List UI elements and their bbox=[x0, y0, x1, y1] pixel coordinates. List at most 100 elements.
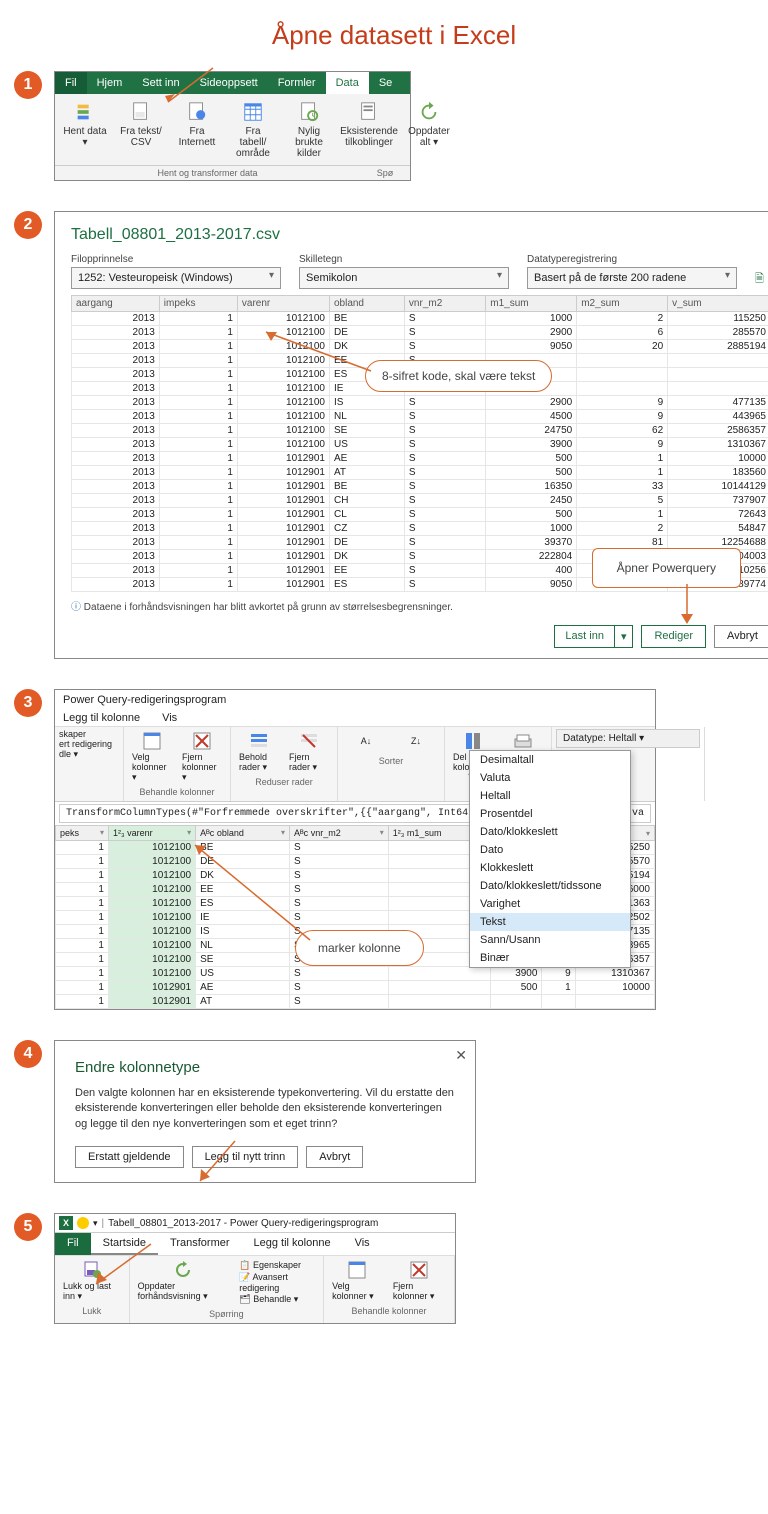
pq-col[interactable]: 1²₃ varenr bbox=[108, 826, 195, 841]
load-button[interactable]: Last inn▾ bbox=[554, 625, 633, 648]
window-title: Tabell_08801_2013-2017 - Power Query-red… bbox=[108, 1218, 378, 1229]
tab-startside[interactable]: Startside bbox=[91, 1233, 158, 1255]
connections-icon bbox=[357, 100, 381, 124]
pq-col[interactable]: peks bbox=[56, 826, 109, 841]
datatype-valuta[interactable]: Valuta bbox=[470, 769, 630, 787]
avansert-button[interactable]: 📝 Avansert redigering bbox=[239, 1272, 315, 1293]
tab-fil-2[interactable]: Fil bbox=[55, 1233, 91, 1255]
tab-fil[interactable]: Fil bbox=[55, 72, 87, 94]
cancel-button-2[interactable]: Avbryt bbox=[306, 1146, 363, 1168]
fjern-kolonner-button[interactable]: Fjern kolonner ▾ bbox=[178, 729, 226, 785]
step-badge-3: 3 bbox=[14, 689, 42, 717]
fra-internett-button[interactable]: Fra Internett bbox=[169, 98, 225, 161]
edit-button[interactable]: Rediger bbox=[641, 625, 706, 648]
group-icon bbox=[513, 731, 533, 751]
detect-label: Datatyperegistrering bbox=[527, 254, 737, 265]
table-row: 201311012100ISS29009477135 bbox=[72, 396, 768, 410]
datatype-tekst[interactable]: Tekst bbox=[470, 913, 630, 931]
datatype-binær[interactable]: Binær bbox=[470, 949, 630, 967]
grp-lukk: Lukk bbox=[82, 1304, 101, 1318]
col-v_sum: v_sum bbox=[668, 296, 768, 312]
tab-se[interactable]: Se bbox=[369, 72, 402, 94]
tab-sideoppsett[interactable]: Sideoppsett bbox=[190, 72, 268, 94]
pq-col[interactable]: Aᴮc obland bbox=[196, 826, 290, 841]
datatype-klokkeslett[interactable]: Klokkeslett bbox=[470, 859, 630, 877]
egenskaper-button[interactable]: 📋 Egenskaper bbox=[239, 1260, 315, 1271]
web-icon bbox=[185, 100, 209, 124]
callout-marker-kolonne: marker kolonne bbox=[295, 930, 424, 966]
sort-desc-button[interactable]: Z↓ bbox=[392, 729, 440, 754]
menu-vis[interactable]: Vis bbox=[162, 712, 177, 724]
replace-button[interactable]: Erstatt gjeldende bbox=[75, 1146, 184, 1168]
tab-hjem[interactable]: Hjem bbox=[87, 72, 133, 94]
recent-icon bbox=[297, 100, 321, 124]
origin-dropdown[interactable]: 1252: Vesteuropeisk (Windows) bbox=[71, 267, 281, 289]
table-row: 201311012100SES24750622586357 bbox=[72, 424, 768, 438]
eksisterende-button[interactable]: Eksisterende tilkoblinger bbox=[341, 98, 397, 161]
cancel-button[interactable]: Avbryt bbox=[714, 625, 768, 648]
tab-data[interactable]: Data bbox=[326, 72, 369, 94]
import-filename: Tabell_08801_2013-2017.csv bbox=[71, 226, 768, 244]
select-cols-icon-2 bbox=[347, 1260, 367, 1280]
table-row: 201311012100NLS45009443965 bbox=[72, 410, 768, 424]
sort-asc-button[interactable]: A↓ bbox=[342, 729, 390, 754]
table-row: 201311012901CHS24505737907 bbox=[72, 494, 768, 508]
table-row: 11012901ATS bbox=[56, 995, 655, 1009]
fra-tekst-csv-button[interactable]: Fra tekst/ CSV bbox=[113, 98, 169, 161]
menu-legg-til[interactable]: Legg til kolonne bbox=[63, 712, 140, 724]
datatype-dato[interactable]: Dato bbox=[470, 841, 630, 859]
table-row: 201311012100BES10002115250 bbox=[72, 312, 768, 326]
settings-icon[interactable]: 🗎 bbox=[755, 270, 764, 289]
velg-kol-button-2[interactable]: Velg kolonner ▾ bbox=[328, 1258, 387, 1304]
oppdater-preview-button[interactable]: Oppdater forhåndsvisning ▾ bbox=[134, 1258, 234, 1307]
datatype-desimaltall[interactable]: Desimaltall bbox=[470, 751, 630, 769]
change-type-dialog: ✕ Endre kolonnetype Den valgte kolonnen … bbox=[54, 1040, 476, 1183]
refresh-icon-2 bbox=[173, 1260, 193, 1280]
step-badge-2: 2 bbox=[14, 211, 42, 239]
tab-transformer[interactable]: Transformer bbox=[158, 1233, 242, 1255]
dialog-title: Endre kolonnetype bbox=[75, 1059, 455, 1076]
oppdater-alt-button[interactable]: Oppdater alt ▾ bbox=[401, 98, 457, 161]
behandle-button[interactable]: 🗂 Behandle ▾ bbox=[239, 1294, 315, 1305]
nylig-brukte-button[interactable]: Nylig brukte kilder bbox=[281, 98, 337, 161]
table-row: 201311012901CZS1000254847 bbox=[72, 522, 768, 536]
delim-dropdown[interactable]: Semikolon bbox=[299, 267, 509, 289]
remove-cols-icon-2 bbox=[409, 1260, 429, 1280]
tab-settinn[interactable]: Sett inn bbox=[132, 72, 189, 94]
qat-dropdown-icon[interactable]: ▾ bbox=[93, 1218, 98, 1229]
datatype-varighet[interactable]: Varighet bbox=[470, 895, 630, 913]
datatype-sann/usann[interactable]: Sann/Usann bbox=[470, 931, 630, 949]
hent-data-button[interactable]: Hent data ▾ bbox=[57, 98, 113, 161]
tab-legg-til[interactable]: Legg til kolonne bbox=[242, 1233, 343, 1255]
side-dle[interactable]: dle ▾ bbox=[59, 749, 78, 760]
grp-reduser: Reduser rader bbox=[255, 775, 313, 789]
col-aargang: aargang bbox=[72, 296, 160, 312]
behold-rader-button[interactable]: Behold rader ▾ bbox=[235, 729, 283, 775]
step-2: 2 □ Tabell_08801_2013-2017.csv Filopprin… bbox=[10, 211, 768, 659]
datatype-dato/klokkeslett/tidssone[interactable]: Dato/klokkeslett/tidssone bbox=[470, 877, 630, 895]
tab-formler[interactable]: Formler bbox=[268, 72, 326, 94]
group-spor: Spø bbox=[360, 166, 410, 180]
datatype-prosentdel[interactable]: Prosentdel bbox=[470, 805, 630, 823]
close-icon[interactable]: ✕ bbox=[455, 1047, 467, 1064]
add-step-button[interactable]: Legg til nytt trinn bbox=[192, 1146, 299, 1168]
pq-col[interactable]: Aᴮc vnr_m2 bbox=[289, 826, 388, 841]
datatype-dato/klokkeslett[interactable]: Dato/klokkeslett bbox=[470, 823, 630, 841]
fjern-rader-button[interactable]: Fjern rader ▾ bbox=[285, 729, 333, 775]
fra-tabell-button[interactable]: Fra tabell/ område bbox=[225, 98, 281, 161]
table-icon bbox=[241, 100, 265, 124]
table-row: 201311012901CLS500172643 bbox=[72, 508, 768, 522]
lukk-last-inn-button[interactable]: Lukk og last inn ▾ bbox=[59, 1258, 125, 1304]
grp-behandle-kolonner: Behandle kolonner bbox=[139, 785, 214, 799]
sort-asc-icon: A↓ bbox=[356, 731, 376, 751]
datatype-dropdown[interactable]: Datatype: Heltall ▾ bbox=[556, 729, 700, 748]
group-hent-transformer: Hent og transformer data bbox=[55, 166, 360, 180]
table-row: 11012901AES500110000 bbox=[56, 981, 655, 995]
datatype-heltall[interactable]: Heltall bbox=[470, 787, 630, 805]
velg-kolonner-button[interactable]: Velg kolonner ▾ bbox=[128, 729, 176, 785]
table-row: 201311012901AES500110000 bbox=[72, 452, 768, 466]
fjern-kol-button-2[interactable]: Fjern kolonner ▾ bbox=[389, 1258, 450, 1304]
tab-vis[interactable]: Vis bbox=[343, 1233, 382, 1255]
detect-dropdown[interactable]: Basert på de første 200 radene bbox=[527, 267, 737, 289]
page-title: Åpne datasett i Excel bbox=[10, 20, 768, 51]
